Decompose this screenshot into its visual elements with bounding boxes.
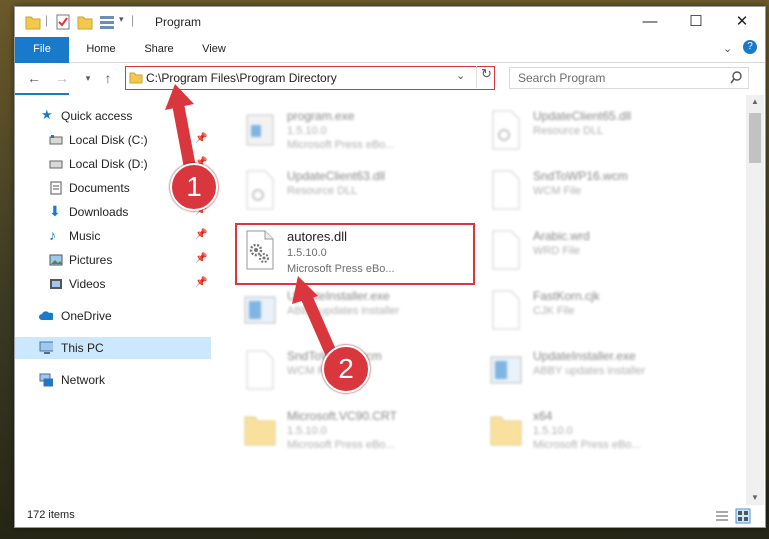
step-badge-1: 1 xyxy=(170,163,218,211)
step-badge-2: 2 xyxy=(322,345,370,393)
arrow-1-head xyxy=(165,84,194,110)
annotation-arrows xyxy=(165,84,340,366)
